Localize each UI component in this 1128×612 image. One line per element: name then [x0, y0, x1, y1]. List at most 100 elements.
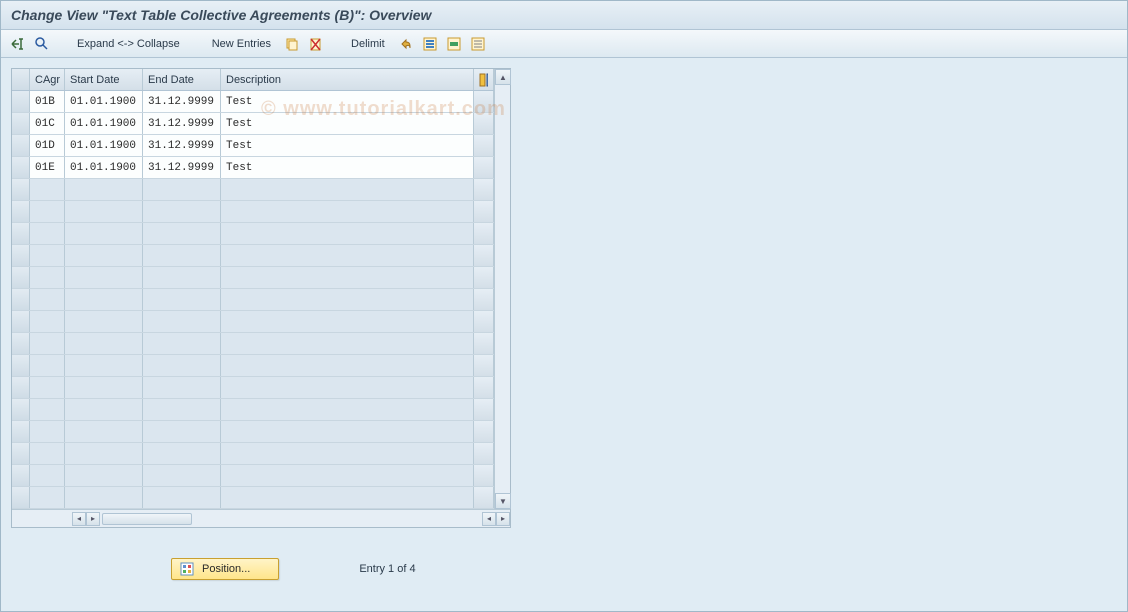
col-header-cagr[interactable]: CAgr [30, 69, 65, 90]
cell-empty[interactable] [221, 487, 474, 508]
table-row-empty[interactable] [12, 267, 494, 289]
cell-empty[interactable] [30, 333, 65, 354]
col-header-desc[interactable]: Description [221, 69, 474, 90]
cell-end[interactable]: 31.12.9999 [143, 135, 221, 156]
cell-empty[interactable] [65, 333, 143, 354]
cell-start[interactable]: 01.01.1900 [65, 157, 143, 178]
cell-end[interactable]: 31.12.9999 [143, 91, 221, 112]
table-row-empty[interactable] [12, 289, 494, 311]
cell-empty[interactable] [65, 289, 143, 310]
row-selector[interactable] [12, 201, 30, 222]
table-row[interactable]: 01E01.01.190031.12.9999Test [12, 157, 494, 179]
table-row-empty[interactable] [12, 465, 494, 487]
cell-empty[interactable] [65, 421, 143, 442]
table-row-empty[interactable] [12, 443, 494, 465]
select-block-icon[interactable] [445, 35, 463, 53]
copy-as-icon[interactable] [283, 35, 301, 53]
cell-empty[interactable] [65, 201, 143, 222]
cell-empty[interactable] [65, 487, 143, 508]
table-row[interactable]: 01B01.01.190031.12.9999Test [12, 91, 494, 113]
select-all-icon[interactable] [421, 35, 439, 53]
cell-empty[interactable] [221, 399, 474, 420]
scroll-down-icon[interactable]: ▼ [495, 493, 511, 509]
cell-empty[interactable] [30, 377, 65, 398]
row-selector[interactable] [12, 223, 30, 244]
cell-cagr[interactable]: 01D [30, 135, 65, 156]
scroll-up-icon[interactable]: ▲ [495, 69, 511, 85]
row-selector[interactable] [12, 91, 30, 112]
cell-empty[interactable] [221, 377, 474, 398]
scroll-right-end-icon[interactable]: ▸ [496, 512, 510, 526]
expand-collapse-button[interactable]: Expand <-> Collapse [71, 36, 186, 52]
cell-desc[interactable]: Test [221, 157, 474, 178]
cell-empty[interactable] [221, 223, 474, 244]
row-selector[interactable] [12, 377, 30, 398]
cell-empty[interactable] [221, 245, 474, 266]
vertical-scrollbar[interactable]: ▲ ▼ [494, 69, 510, 509]
cell-empty[interactable] [221, 333, 474, 354]
horizontal-scrollbar[interactable]: ◂ ▸ ◂ ▸ [12, 509, 510, 527]
cell-empty[interactable] [65, 179, 143, 200]
cell-empty[interactable] [65, 355, 143, 376]
row-selector[interactable] [12, 465, 30, 486]
scroll-right-icon[interactable]: ◂ [482, 512, 496, 526]
cell-empty[interactable] [143, 179, 221, 200]
cell-empty[interactable] [221, 179, 474, 200]
cell-desc[interactable]: Test [221, 135, 474, 156]
delete-icon[interactable] [307, 35, 325, 53]
cell-empty[interactable] [221, 465, 474, 486]
deselect-all-icon[interactable] [469, 35, 487, 53]
cell-end[interactable]: 31.12.9999 [143, 157, 221, 178]
cell-desc[interactable]: Test [221, 113, 474, 134]
cell-empty[interactable] [65, 223, 143, 244]
cell-empty[interactable] [30, 355, 65, 376]
cell-empty[interactable] [30, 289, 65, 310]
table-row-empty[interactable] [12, 377, 494, 399]
row-selector[interactable] [12, 399, 30, 420]
cell-empty[interactable] [221, 289, 474, 310]
cell-empty[interactable] [143, 377, 221, 398]
col-header-start[interactable]: Start Date [65, 69, 143, 90]
cell-empty[interactable] [30, 245, 65, 266]
cell-empty[interactable] [143, 421, 221, 442]
cell-empty[interactable] [221, 421, 474, 442]
cell-empty[interactable] [143, 399, 221, 420]
cell-empty[interactable] [30, 443, 65, 464]
cell-empty[interactable] [221, 201, 474, 222]
cell-empty[interactable] [65, 267, 143, 288]
col-header-end[interactable]: End Date [143, 69, 221, 90]
cell-empty[interactable] [143, 333, 221, 354]
undo-icon[interactable] [397, 35, 415, 53]
cell-empty[interactable] [65, 465, 143, 486]
scroll-left-icon[interactable]: ▸ [86, 512, 100, 526]
row-selector[interactable] [12, 355, 30, 376]
cell-empty[interactable] [221, 267, 474, 288]
cell-start[interactable]: 01.01.1900 [65, 91, 143, 112]
cell-start[interactable]: 01.01.1900 [65, 135, 143, 156]
cell-empty[interactable] [143, 223, 221, 244]
cell-empty[interactable] [30, 421, 65, 442]
delimit-button[interactable]: Delimit [345, 36, 391, 52]
table-row-empty[interactable] [12, 245, 494, 267]
cell-empty[interactable] [65, 399, 143, 420]
table-row-empty[interactable] [12, 223, 494, 245]
cell-empty[interactable] [30, 201, 65, 222]
cell-empty[interactable] [30, 465, 65, 486]
row-selector[interactable] [12, 245, 30, 266]
cell-empty[interactable] [143, 311, 221, 332]
table-row[interactable]: 01C01.01.190031.12.9999Test [12, 113, 494, 135]
cell-empty[interactable] [30, 267, 65, 288]
cell-end[interactable]: 31.12.9999 [143, 113, 221, 134]
cell-desc[interactable]: Test [221, 91, 474, 112]
row-selector[interactable] [12, 487, 30, 508]
new-entries-button[interactable]: New Entries [206, 36, 277, 52]
cell-empty[interactable] [143, 267, 221, 288]
cell-empty[interactable] [30, 487, 65, 508]
table-row-empty[interactable] [12, 487, 494, 509]
row-selector[interactable] [12, 135, 30, 156]
cell-empty[interactable] [221, 311, 474, 332]
table-row-empty[interactable] [12, 333, 494, 355]
row-selector[interactable] [12, 157, 30, 178]
row-select-header[interactable] [12, 69, 30, 90]
table-config-icon[interactable] [474, 69, 494, 90]
